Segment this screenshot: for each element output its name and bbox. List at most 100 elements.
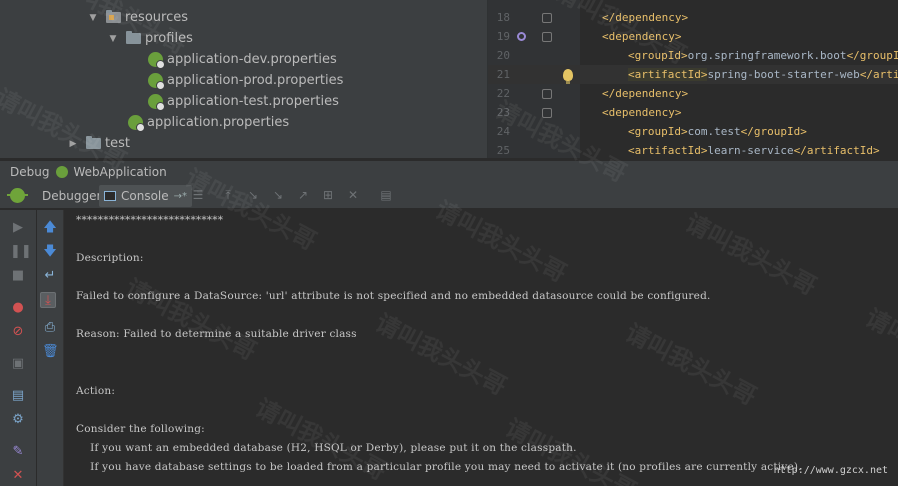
debug-toolbar: Debugger Console →* ☰ ⤒ ↘ ↘ ↗ ⊞ ✕ ▤ xyxy=(0,182,898,209)
xml-open-tag: <groupId> xyxy=(628,125,688,138)
code-text: </dependency> xyxy=(602,87,689,100)
restore-layout-icon[interactable]: ☰ xyxy=(191,189,205,202)
tab-console[interactable]: Console →* xyxy=(99,185,193,207)
console-line: *************************** xyxy=(76,214,224,226)
console-icon xyxy=(104,191,116,201)
xml-close-tag: </groupId> xyxy=(846,49,898,62)
tree-item-application[interactable]: application.properties xyxy=(128,112,289,133)
code-text: <dependency> xyxy=(602,106,682,119)
tree-item-label: resources xyxy=(125,10,189,25)
code-line[interactable]: 23 <dependency> xyxy=(488,103,898,122)
console-line: If you want an embedded database (H2, HS… xyxy=(76,442,577,454)
xml-close-tag: </artifact xyxy=(859,68,898,81)
xml-open-tag: <artifactId> xyxy=(628,144,708,157)
mute-breakpoints-icon[interactable]: ⊘ xyxy=(10,324,26,340)
tree-item-label: application-prod.properties xyxy=(167,73,344,88)
scroll-to-end-icon[interactable]: ⤓ xyxy=(40,292,56,308)
tree-item-application-dev[interactable]: application-dev.properties xyxy=(148,49,337,70)
debug-panel-header: Debug WebApplication xyxy=(0,160,898,182)
fold-marker-icon[interactable] xyxy=(542,31,552,42)
code-line[interactable]: 20 <groupId>org.springframework.boot</gr… xyxy=(488,46,898,65)
site-watermark: http://www.gzcx.net xyxy=(773,465,888,476)
view-breakpoints-icon[interactable]: ● xyxy=(10,300,26,316)
run-to-cursor-icon[interactable]: ⊞ xyxy=(321,189,335,202)
stop-icon[interactable]: ■ xyxy=(10,268,26,284)
run-config-name[interactable]: WebApplication xyxy=(73,165,166,179)
xml-open-tag: <groupId> xyxy=(628,49,688,62)
bean-marker-icon[interactable] xyxy=(517,32,526,41)
code-text: </dependency> xyxy=(602,11,689,24)
console-line: If you have database settings to be load… xyxy=(76,461,802,473)
xml-close-tag: </artifactId> xyxy=(793,144,880,157)
tree-item-application-test[interactable]: application-test.properties xyxy=(148,91,339,112)
spring-properties-icon xyxy=(128,115,145,132)
show-execution-point-icon[interactable]: ⤒ xyxy=(221,189,235,202)
tab-debugger[interactable]: Debugger xyxy=(37,185,106,207)
up-arrow-icon[interactable]: 🡅 xyxy=(42,220,58,236)
console-line: Failed to configure a DataSource: 'url' … xyxy=(76,290,711,302)
step-out-icon[interactable]: ↗ xyxy=(296,189,310,202)
soft-wrap-icon[interactable]: ↵ xyxy=(42,268,58,284)
tab-label: Console xyxy=(121,189,169,203)
step-over-icon[interactable]: ↘ xyxy=(246,189,260,202)
xml-value: learn-service xyxy=(707,144,794,157)
fold-marker-icon[interactable] xyxy=(542,107,552,118)
console-line: Reason: Failed to determine a suitable d… xyxy=(76,328,357,340)
tree-item-test[interactable]: ▶ test xyxy=(68,133,130,154)
code-line[interactable]: 22 </dependency> xyxy=(488,84,898,103)
code-line[interactable]: 25 <artifactId>learn-service</artifactId… xyxy=(488,141,898,158)
evaluate-icon[interactable]: ✕ xyxy=(346,189,360,202)
console-output[interactable]: *************************** Description:… xyxy=(65,210,898,486)
xml-value: org.springframework.boot xyxy=(687,49,847,62)
resume-icon[interactable]: ▶ xyxy=(10,220,26,236)
code-editor[interactable]: 18 </dependency> 19 <dependency> 20 <gro… xyxy=(487,0,898,158)
down-arrow-icon[interactable]: 🡇 xyxy=(42,244,58,260)
xml-value: com.test xyxy=(687,125,741,138)
console-actions-bar: 🡅 🡇 ↵ ⤓ ⎙ 🗑 xyxy=(37,210,64,486)
debug-actions-bar: ▶ ❚❚ ■ ● ⊘ ▣ ▤ ⚙ ✎ ✕ xyxy=(0,210,37,486)
tree-item-resources[interactable]: ▼ resources xyxy=(88,7,188,28)
line-number: 24 xyxy=(496,125,510,138)
restore-layout-icon[interactable]: ▤ xyxy=(10,388,26,404)
line-number: 23 xyxy=(496,106,510,119)
folder-icon xyxy=(126,31,141,44)
code-line[interactable]: 18 </dependency> xyxy=(488,8,898,27)
line-number: 20 xyxy=(496,49,510,62)
spring-boot-app-icon xyxy=(56,165,69,178)
debug-bug-icon xyxy=(7,188,28,203)
pause-icon[interactable]: ❚❚ xyxy=(10,244,32,260)
clear-all-icon[interactable]: 🗑 xyxy=(42,344,59,360)
debug-label: Debug xyxy=(10,164,50,179)
line-number: 22 xyxy=(496,87,510,100)
line-number: 25 xyxy=(496,144,510,157)
step-into-icon[interactable]: ↘ xyxy=(271,189,285,202)
code-line[interactable]: 24 <groupId>com.test</groupId> xyxy=(488,122,898,141)
print-icon[interactable]: ⎙ xyxy=(42,320,58,336)
settings-gear-icon[interactable]: ⚙ xyxy=(10,412,26,428)
line-number: 18 xyxy=(496,11,510,24)
project-tree: ▼ resources ▼ profiles application-dev.p… xyxy=(0,0,487,158)
expand-arrow-icon[interactable]: ▼ xyxy=(108,34,118,44)
expand-arrow-icon[interactable]: ▼ xyxy=(88,13,98,23)
close-icon[interactable]: ✕ xyxy=(10,468,26,484)
code-text: <dependency> xyxy=(602,30,682,43)
tree-item-label: test xyxy=(105,136,130,151)
code-line[interactable]: 19 <dependency> xyxy=(488,27,898,46)
tree-item-label: application-test.properties xyxy=(167,94,339,109)
console-line: Action: xyxy=(76,385,116,397)
tree-item-profiles[interactable]: ▼ profiles xyxy=(108,28,193,49)
fold-marker-icon[interactable] xyxy=(542,88,552,99)
collapse-arrow-icon[interactable]: ▶ xyxy=(68,139,78,149)
xml-value: spring-boot-starter-web xyxy=(707,68,860,81)
code-line-current[interactable]: 21 <artifactId>spring-boot-starter-web</… xyxy=(488,65,898,84)
tab-label: Debugger xyxy=(42,189,102,203)
tree-item-application-prod[interactable]: application-prod.properties xyxy=(148,70,343,91)
lightbulb-icon[interactable] xyxy=(563,68,573,84)
watches-icon[interactable]: ▤ xyxy=(379,189,393,202)
fold-marker-icon[interactable] xyxy=(542,12,552,23)
pin-icon[interactable]: ✎ xyxy=(10,444,26,460)
folder-icon xyxy=(86,136,101,149)
pin-tab-icon[interactable]: →* xyxy=(174,191,187,202)
get-thread-dump-icon[interactable]: ▣ xyxy=(10,356,26,372)
line-number: 19 xyxy=(496,30,510,43)
